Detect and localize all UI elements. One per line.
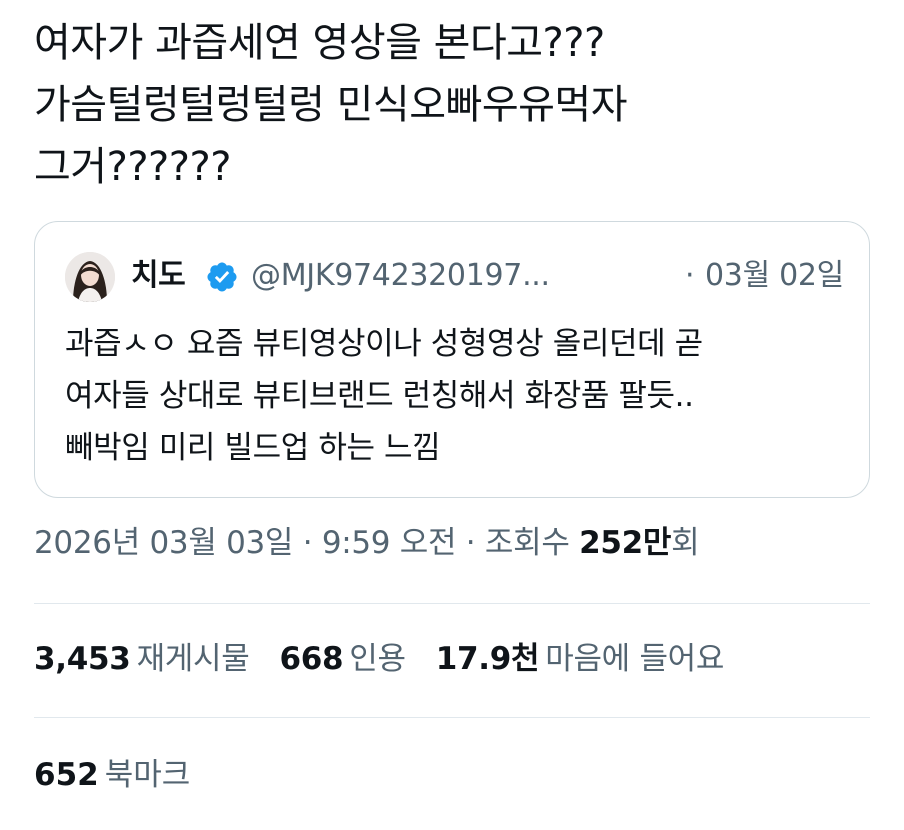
reposts-stat[interactable]: 3,453 재게시물 xyxy=(34,636,250,682)
separator-dot: · xyxy=(685,258,695,293)
profile-avatar-icon xyxy=(65,252,115,302)
tweet-text-line: 그거?????? xyxy=(34,144,231,190)
quoted-tweet-date[interactable]: 03월 02일 xyxy=(705,255,844,297)
likes-stat[interactable]: 17.9천 마음에 들어요 xyxy=(435,636,725,682)
timestamp[interactable]: 2026년 03월 03일 · 9:59 오전 · 조회수 xyxy=(34,525,579,561)
quoted-tweet-line: 여자들 상대로 뷰티브랜드 런칭해서 화장품 팔듯.. xyxy=(65,378,694,414)
bookmarks-stat[interactable]: 652 북마크 xyxy=(34,752,190,798)
verified-badge-icon xyxy=(207,262,237,292)
divider xyxy=(34,717,870,718)
quoted-tweet-line: 과즙ㅅㅇ 요즘 뷰티영상이나 성형영상 올리던데 곧 xyxy=(65,326,703,362)
reposts-label: 재게시물 xyxy=(136,641,250,677)
views-count: 252만 xyxy=(579,525,672,561)
bookmarks-count: 652 xyxy=(34,757,99,793)
quotes-stat[interactable]: 668 인용 xyxy=(279,636,406,682)
quoted-author-name[interactable]: 치도 xyxy=(131,255,186,297)
avatar[interactable] xyxy=(65,252,115,302)
likes-count: 17.9천 xyxy=(435,641,540,677)
engagement-stats: 3,453 재게시물 668 인용 17.9천 마음에 들어요 xyxy=(34,636,754,682)
tweet-text-line: 가슴털렁털렁털렁 민식오빠우유먹자 xyxy=(34,82,628,128)
tweet-text-line: 여자가 과즙세연 영상을 본다고??? xyxy=(34,20,605,66)
quotes-label: 인용 xyxy=(349,641,406,677)
quoted-tweet-header: 치도 @MJK9742320197... · 03월 02일 xyxy=(65,252,845,302)
likes-label: 마음에 들어요 xyxy=(545,641,725,677)
bookmarks-label: 북마크 xyxy=(104,757,191,793)
quoted-tweet-card[interactable]: 치도 @MJK9742320197... · 03월 02일 과즙ㅅㅇ 요즘 뷰… xyxy=(34,221,870,498)
quotes-count: 668 xyxy=(279,641,344,677)
divider xyxy=(34,603,870,604)
tweet-metadata: 2026년 03월 03일 · 9:59 오전 · 조회수 252만회 xyxy=(34,520,700,566)
tweet-text: 여자가 과즙세연 영상을 본다고??? 가슴털렁털렁털렁 민식오빠우유먹자 그거… xyxy=(34,12,874,198)
quoted-author-handle[interactable]: @MJK9742320197... xyxy=(251,255,601,297)
quoted-tweet-line: 빼박임 미리 빌드업 하는 느낌 xyxy=(65,430,441,466)
views-suffix: 회 xyxy=(671,525,700,561)
quoted-tweet-body: 과즙ㅅㅇ 요즘 뷰티영상이나 성형영상 올리던데 곧 여자들 상대로 뷰티브랜드… xyxy=(65,318,855,474)
reposts-count: 3,453 xyxy=(34,641,131,677)
